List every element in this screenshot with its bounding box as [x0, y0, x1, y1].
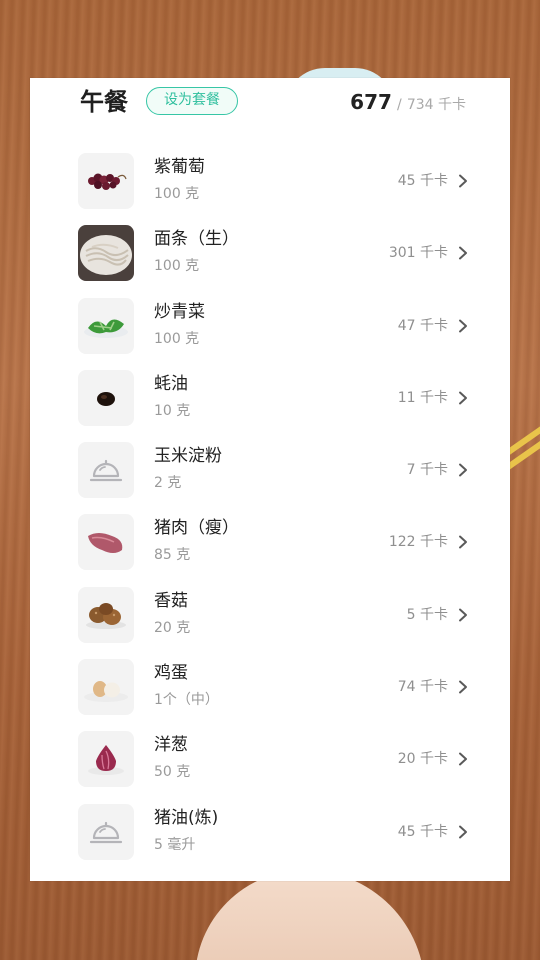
food-name: 香菇	[154, 590, 188, 611]
set-meal-button[interactable]: 设为套餐	[146, 87, 238, 115]
oyster-sauce-icon	[78, 369, 134, 426]
food-amount: 5 毫升	[154, 836, 196, 853]
food-name: 蚝油	[154, 373, 188, 394]
food-item[interactable]: 洋葱 50 克 20 千卡	[30, 730, 510, 802]
food-calories: 45 千卡	[397, 823, 448, 840]
meal-title: 午餐	[80, 88, 128, 116]
food-calories: 7 千卡	[406, 462, 448, 479]
food-name: 玉米淀粉	[154, 446, 222, 467]
food-calories: 122 千卡	[388, 534, 448, 551]
food-amount: 100 克	[154, 186, 200, 202]
food-amount: 100 克	[154, 258, 200, 275]
chevron-right-icon	[459, 752, 467, 766]
chevron-right-icon	[459, 463, 467, 477]
food-amount: 1个（中）	[154, 692, 219, 709]
calories-separator: /	[397, 97, 402, 113]
chevron-right-icon	[459, 535, 467, 549]
chevron-right-icon	[459, 608, 467, 622]
calorie-summary: 677 / 734 千卡	[350, 88, 466, 119]
chevron-right-icon	[459, 246, 467, 260]
mushroom-icon	[78, 586, 134, 643]
food-calories: 74 千卡	[397, 679, 448, 696]
dish-placeholder-icon	[78, 803, 134, 860]
food-amount: 100 克	[154, 330, 200, 347]
food-name: 鸡蛋	[154, 663, 188, 684]
chevron-right-icon	[459, 391, 467, 405]
food-item[interactable]: 炒青菜 100 克 47 千卡	[30, 297, 510, 369]
food-amount: 2 克	[154, 475, 182, 492]
food-name: 面条（生）	[154, 229, 239, 250]
background-hand	[195, 870, 425, 960]
meal-card: 午餐 设为套餐 677 / 734 千卡 紫葡萄 100 克 45 千卡 面条（生） 1…	[30, 78, 510, 881]
pork-icon	[78, 514, 134, 571]
grape-icon	[78, 153, 134, 209]
food-calories: 45 千卡	[397, 173, 448, 189]
food-name: 猪肉（瘦）	[154, 518, 239, 539]
food-calories: 5 千卡	[406, 606, 448, 623]
food-item[interactable]: 玉米淀粉 2 克 7 千卡	[30, 441, 510, 513]
food-name: 紫葡萄	[154, 157, 205, 177]
food-item[interactable]: 面条（生） 100 克 301 千卡	[30, 224, 510, 296]
food-calories: 20 千卡	[397, 751, 448, 768]
food-amount: 20 克	[154, 619, 191, 636]
food-name: 洋葱	[154, 735, 188, 756]
chevron-right-icon	[459, 174, 467, 188]
food-item-list: 紫葡萄 100 克 45 千卡 面条（生） 100 克 301 千卡 炒青菜 100 克 47 …	[30, 152, 510, 875]
food-item[interactable]: 香菇 20 克 5 千卡	[30, 586, 510, 658]
calories-eaten: 677	[350, 90, 392, 114]
food-name: 猪油(炼)	[154, 807, 219, 828]
food-calories: 11 千卡	[397, 389, 448, 406]
food-item[interactable]: 蚝油 10 克 11 千卡	[30, 369, 510, 441]
food-amount: 10 克	[154, 402, 191, 419]
food-item[interactable]: 紫葡萄 100 克 45 千卡	[30, 152, 510, 224]
chevron-right-icon	[459, 319, 467, 333]
egg-icon	[78, 659, 134, 716]
food-amount: 50 克	[154, 764, 191, 781]
food-calories: 301 千卡	[388, 245, 448, 262]
food-amount: 85 克	[154, 547, 191, 564]
food-calories: 47 千卡	[397, 317, 448, 334]
calories-target: 734 千卡	[406, 97, 466, 113]
onion-icon	[78, 731, 134, 788]
food-name: 炒青菜	[154, 301, 205, 322]
food-item[interactable]: 猪油(炼) 5 毫升 45 千卡	[30, 803, 510, 875]
food-item[interactable]: 猪肉（瘦） 85 克 122 千卡	[30, 513, 510, 585]
greens-icon	[78, 297, 134, 354]
chevron-right-icon	[459, 825, 467, 839]
dish-placeholder-icon	[78, 442, 134, 499]
noodle-icon	[78, 225, 134, 282]
food-item[interactable]: 鸡蛋 1个（中） 74 千卡	[30, 658, 510, 730]
chevron-right-icon	[459, 680, 467, 694]
meal-header: 午餐 设为套餐 677 / 734 千卡	[30, 78, 510, 130]
